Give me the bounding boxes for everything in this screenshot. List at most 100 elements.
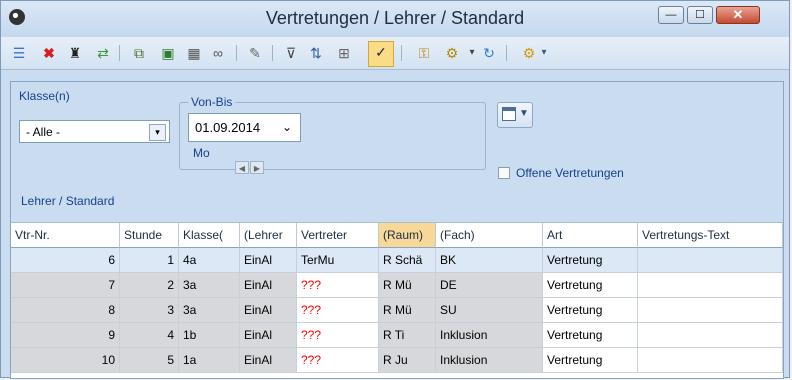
edit-check-icon[interactable]: ✓ (368, 41, 394, 67)
table-row-raum[interactable]: R Ti (379, 323, 436, 348)
table-row-vertreter[interactable]: ??? (297, 348, 379, 373)
klasse-label: Klasse(n) (19, 89, 70, 103)
title-bar[interactable]: Vertretungen / Lehrer / Standard — ☐ ✕ (1, 1, 789, 37)
offene-vertretungen-checkbox[interactable] (498, 167, 510, 179)
glasses-icon[interactable]: ∞ (208, 43, 228, 63)
chevron-down-icon[interactable]: ▾ (149, 124, 166, 141)
toolbar-separator (236, 45, 237, 61)
import-icon[interactable]: ⇄ (93, 43, 113, 63)
table-row-vtr-nr[interactable]: 10 (11, 348, 120, 373)
table-row-vtr-nr[interactable]: 9 (11, 323, 120, 348)
offene-vertretungen-label: Offene Vertretungen (516, 166, 624, 180)
table-row-stunde[interactable]: 5 (120, 348, 179, 373)
toolbar-separator (506, 45, 507, 61)
main-panel: Klasse(n) - Alle - ▾ Von-Bis 01.09.2014 … (10, 81, 784, 379)
copy-icon[interactable]: ⧉ (129, 43, 149, 63)
table-row-vertretungs-text[interactable] (638, 248, 783, 273)
table-row-art[interactable]: Vertretung (543, 248, 638, 273)
column-header-art[interactable]: Art (543, 223, 638, 248)
view-label: Lehrer / Standard (21, 194, 115, 208)
date-picker[interactable]: 01.09.2014 ⌄ (188, 113, 301, 142)
table-row-fach[interactable]: DE (436, 273, 543, 298)
maximize-button[interactable]: ☐ (687, 6, 713, 24)
table-row-klasse[interactable]: 3a (179, 298, 240, 323)
von-bis-group: Von-Bis 01.09.2014 ⌄ Mo ◀ ▶ (179, 95, 486, 174)
table-row-vertretungs-text[interactable] (638, 298, 783, 323)
table-row-fach[interactable]: SU (436, 298, 543, 323)
table-row-stunde[interactable]: 1 (120, 248, 179, 273)
table-row-art[interactable]: Vertretung (543, 323, 638, 348)
column-header-vertretungs-text[interactable]: Vertretungs-Text (638, 223, 783, 248)
table-row-fach[interactable]: BK (436, 248, 543, 273)
chevron-down-icon[interactable]: ⌄ (282, 120, 292, 134)
table-row-fach[interactable]: Inklusion (436, 348, 543, 373)
filter-area: Klasse(n) - Alle - ▾ Von-Bis 01.09.2014 … (11, 82, 783, 223)
table-row-raum[interactable]: R Schä (379, 248, 436, 273)
table-row-vertreter[interactable]: ??? (297, 298, 379, 323)
table-row-vtr-nr[interactable]: 8 (11, 298, 120, 323)
table-row-stunde[interactable]: 4 (120, 323, 179, 348)
table-row-klasse[interactable]: 1a (179, 348, 240, 373)
table-row-vertreter[interactable]: ??? (297, 273, 379, 298)
table-row-vertretungs-text[interactable] (638, 323, 783, 348)
table-row-lehrer[interactable]: EinAl (240, 298, 297, 323)
lock-icon[interactable]: ⚿ (414, 43, 434, 63)
klasse-combobox[interactable]: - Alle - ▾ (19, 120, 170, 143)
table-row-art[interactable]: Vertretung (543, 348, 638, 373)
table-row-vtr-nr[interactable]: 7 (11, 273, 120, 298)
table-row-vertreter[interactable]: ??? (297, 323, 379, 348)
table-row-vertretungs-text[interactable] (638, 348, 783, 373)
list-icon[interactable]: ☰ (9, 43, 29, 63)
table-row-klasse[interactable]: 3a (179, 273, 240, 298)
application-window: Vertretungen / Lehrer / Standard — ☐ ✕ ☰… (0, 0, 790, 379)
column-header-fach[interactable]: (Fach) (436, 223, 543, 248)
toolbar-separator (272, 45, 273, 61)
document-gear-icon[interactable]: ⚙ (442, 43, 462, 63)
table-row-klasse[interactable]: 4a (179, 248, 240, 273)
table-row-raum[interactable]: R Mü (379, 298, 436, 323)
substitution-table: Vtr-Nr. Stunde Klasse( (Lehrer Vertreter… (11, 223, 783, 378)
delete-icon[interactable]: ✖ (39, 43, 59, 63)
table-row-fach[interactable]: Inklusion (436, 323, 543, 348)
table-row-stunde[interactable]: 2 (120, 273, 179, 298)
column-header-vtr-nr[interactable]: Vtr-Nr. (11, 223, 120, 248)
table-row-lehrer[interactable]: EinAl (240, 248, 297, 273)
previous-day-icon[interactable]: ◀ (235, 161, 249, 174)
von-bis-label: Von-Bis (188, 95, 236, 109)
table-row-art[interactable]: Vertretung (543, 298, 638, 323)
toolbar-separator (119, 45, 120, 61)
table-row-lehrer[interactable]: EinAl (240, 273, 297, 298)
table-row-klasse[interactable]: 1b (179, 323, 240, 348)
table-row-art[interactable]: Vertretung (543, 273, 638, 298)
wand-icon[interactable]: ✎ (245, 43, 265, 63)
table-row-vertretungs-text[interactable] (638, 273, 783, 298)
next-day-icon[interactable]: ▶ (250, 161, 264, 174)
column-header-lehrer[interactable]: (Lehrer (240, 223, 297, 248)
export-icon[interactable]: ▣ (158, 43, 178, 63)
toolbar: ☰ ✖ ♜ ⇄ ⧉ ▣ ▦ ∞ ✎ ⊽ ⇅ ⊞ ✓ ⚿ ⚙ ▾ ↻ ⚙ ▾ (1, 37, 789, 70)
grid-icon[interactable]: ⊞ (334, 43, 354, 63)
maximize-icon: ☐ (695, 9, 705, 21)
calculator-icon[interactable]: ▦ (184, 43, 204, 63)
column-header-klasse[interactable]: Klasse( (179, 223, 240, 248)
table-row-stunde[interactable]: 3 (120, 298, 179, 323)
teacher-hat-icon[interactable]: ♜ (65, 43, 85, 63)
calendar-dropdown-button[interactable]: ▼ (497, 102, 533, 128)
close-button[interactable]: ✕ (716, 6, 760, 24)
column-header-vertreter[interactable]: Vertreter (297, 223, 379, 248)
minimize-button[interactable]: — (658, 6, 684, 24)
table-row-lehrer[interactable]: EinAl (240, 348, 297, 373)
toolbar-separator (401, 45, 402, 61)
column-header-stunde[interactable]: Stunde (120, 223, 179, 248)
table-row-vtr-nr[interactable]: 6 (11, 248, 120, 273)
table-row-raum[interactable]: R Ju (379, 348, 436, 373)
column-header-raum[interactable]: (Raum) (379, 223, 436, 248)
gear-icon[interactable]: ⚙ (519, 43, 539, 63)
refresh-icon[interactable]: ↻ (479, 43, 499, 63)
table-row-raum[interactable]: R Mü (379, 273, 436, 298)
sort-icon[interactable]: ⇅ (306, 43, 326, 63)
filter-icon[interactable]: ⊽ (281, 43, 301, 63)
table-row-vertreter[interactable]: TerMu (297, 248, 379, 273)
more-icon[interactable]: ▾ (539, 43, 549, 63)
table-row-lehrer[interactable]: EinAl (240, 323, 297, 348)
